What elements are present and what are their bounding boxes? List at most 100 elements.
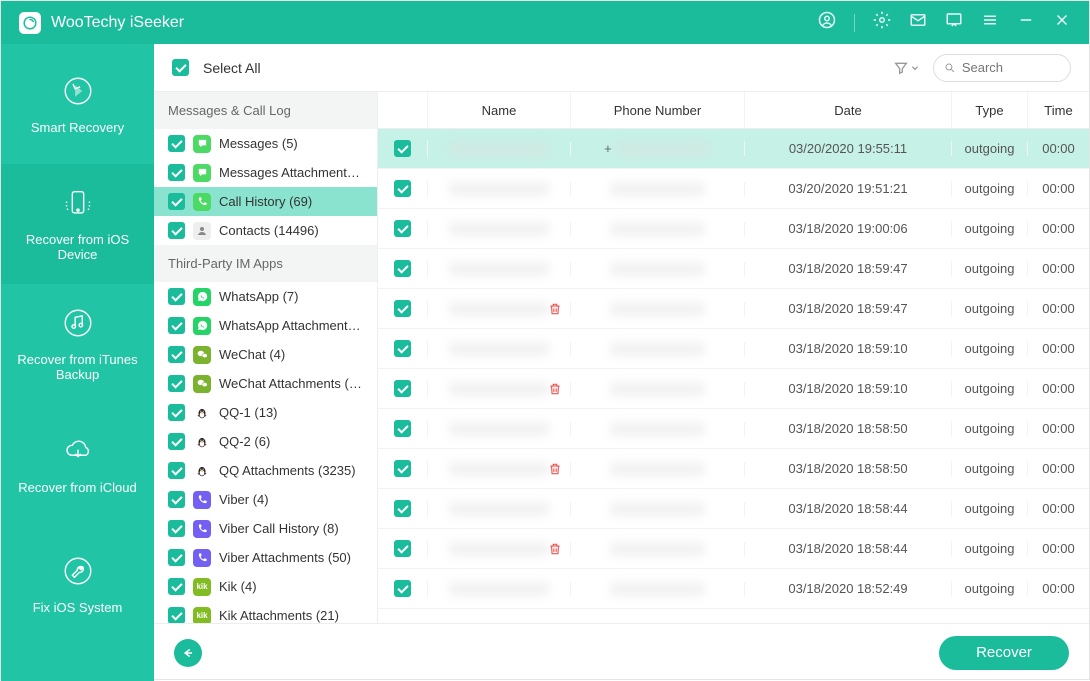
col-name[interactable]: Name xyxy=(428,92,571,128)
phone-icon xyxy=(193,193,211,211)
search-box[interactable] xyxy=(933,54,1071,82)
table-row[interactable]: 03/18/2020 18:59:10outgoing00:00 xyxy=(378,329,1089,369)
category-label: Viber Attachments (50) xyxy=(219,550,351,565)
row-checkbox[interactable] xyxy=(394,540,411,557)
category-checkbox[interactable] xyxy=(168,288,185,305)
category-item[interactable]: WhatsApp Attachments (565) xyxy=(154,311,377,340)
col-type[interactable]: Type xyxy=(952,92,1028,128)
category-checkbox[interactable] xyxy=(168,222,185,239)
category-group-header: Third-Party IM Apps xyxy=(154,245,377,282)
category-checkbox[interactable] xyxy=(168,607,185,623)
row-checkbox[interactable] xyxy=(394,140,411,157)
category-checkbox[interactable] xyxy=(168,433,185,450)
col-date[interactable]: Date xyxy=(745,92,952,128)
table-row[interactable]: 03/18/2020 18:59:47outgoing00:00 xyxy=(378,289,1089,329)
category-checkbox[interactable] xyxy=(168,578,185,595)
trash-icon[interactable] xyxy=(548,542,562,556)
row-checkbox[interactable] xyxy=(394,380,411,397)
category-list[interactable]: Messages & Call Log Messages (5)Messages… xyxy=(154,92,378,623)
category-checkbox[interactable] xyxy=(168,375,185,392)
gear-icon[interactable] xyxy=(873,11,891,34)
mail-icon[interactable] xyxy=(909,11,927,34)
cell-type: outgoing xyxy=(952,381,1028,396)
category-item[interactable]: QQ Attachments (3235) xyxy=(154,456,377,485)
table-row[interactable]: 03/18/2020 18:58:44outgoing00:00 xyxy=(378,489,1089,529)
category-label: Call History (69) xyxy=(219,194,312,209)
viber-icon xyxy=(193,520,211,538)
trash-icon[interactable] xyxy=(548,382,562,396)
row-checkbox[interactable] xyxy=(394,220,411,237)
sidebar-item-recover-itunes[interactable]: Recover from iTunes Backup xyxy=(1,284,154,404)
row-checkbox[interactable] xyxy=(394,300,411,317)
category-item[interactable]: Viber Call History (8) xyxy=(154,514,377,543)
close-icon[interactable] xyxy=(1053,11,1071,34)
cell-name xyxy=(428,422,571,436)
category-item[interactable]: WhatsApp (7) xyxy=(154,282,377,311)
category-checkbox[interactable] xyxy=(168,491,185,508)
col-phone[interactable]: Phone Number xyxy=(571,92,745,128)
back-button[interactable] xyxy=(174,639,202,667)
category-item[interactable]: Messages (5) xyxy=(154,129,377,158)
table-row[interactable]: 03/18/2020 19:00:06outgoing00:00 xyxy=(378,209,1089,249)
category-item[interactable]: QQ-1 (13) xyxy=(154,398,377,427)
category-item[interactable]: Viber Attachments (50) xyxy=(154,543,377,572)
table-row[interactable]: 03/18/2020 18:52:49outgoing00:00 xyxy=(378,569,1089,609)
filter-icon[interactable] xyxy=(893,60,919,76)
table-row[interactable]: 03/18/2020 18:58:44outgoing00:00 xyxy=(378,529,1089,569)
cell-type: outgoing xyxy=(952,181,1028,196)
recover-button[interactable]: Recover xyxy=(939,636,1069,670)
table-row[interactable]: 03/18/2020 18:59:47outgoing00:00 xyxy=(378,249,1089,289)
category-item[interactable]: WeChat Attachments (986) xyxy=(154,369,377,398)
table-row[interactable]: +03/20/2020 19:55:11outgoing00:00 xyxy=(378,129,1089,169)
row-checkbox[interactable] xyxy=(394,180,411,197)
category-item[interactable]: WeChat (4) xyxy=(154,340,377,369)
category-checkbox[interactable] xyxy=(168,317,185,334)
category-checkbox[interactable] xyxy=(168,346,185,363)
category-checkbox[interactable] xyxy=(168,135,185,152)
row-checkbox[interactable] xyxy=(394,580,411,597)
feedback-icon[interactable] xyxy=(945,11,963,34)
row-checkbox[interactable] xyxy=(394,460,411,477)
row-checkbox[interactable] xyxy=(394,420,411,437)
category-checkbox[interactable] xyxy=(168,549,185,566)
search-input[interactable] xyxy=(962,60,1060,75)
grid-body[interactable]: +03/20/2020 19:55:11outgoing00:0003/20/2… xyxy=(378,129,1089,623)
menu-icon[interactable] xyxy=(981,11,999,34)
select-all-checkbox[interactable] xyxy=(172,59,189,76)
category-item[interactable]: kikKik (4) xyxy=(154,572,377,601)
minimize-icon[interactable] xyxy=(1017,11,1035,34)
category-checkbox[interactable] xyxy=(168,193,185,210)
row-checkbox[interactable] xyxy=(394,260,411,277)
cell-time: 00:00 xyxy=(1028,461,1089,476)
trash-icon[interactable] xyxy=(548,462,562,476)
table-row[interactable]: 03/20/2020 19:51:21outgoing00:00 xyxy=(378,169,1089,209)
table-row[interactable]: 03/18/2020 18:59:10outgoing00:00 xyxy=(378,369,1089,409)
category-item[interactable]: Contacts (14496) xyxy=(154,216,377,245)
cell-date: 03/18/2020 18:58:50 xyxy=(745,421,952,436)
category-item[interactable]: kikKik Attachments (21) xyxy=(154,601,377,623)
category-checkbox[interactable] xyxy=(168,520,185,537)
table-row[interactable]: 03/18/2020 18:58:50outgoing00:00 xyxy=(378,449,1089,489)
category-item[interactable]: Viber (4) xyxy=(154,485,377,514)
row-checkbox[interactable] xyxy=(394,340,411,357)
row-checkbox[interactable] xyxy=(394,500,411,517)
sidebar-item-smart-recovery[interactable]: Smart Recovery xyxy=(1,44,154,164)
cell-phone xyxy=(571,542,745,556)
table-row[interactable]: 03/18/2020 18:58:50outgoing00:00 xyxy=(378,409,1089,449)
cell-phone xyxy=(571,422,745,436)
category-checkbox[interactable] xyxy=(168,462,185,479)
category-checkbox[interactable] xyxy=(168,404,185,421)
trash-icon[interactable] xyxy=(548,302,562,316)
account-icon[interactable] xyxy=(818,11,836,34)
category-item[interactable]: QQ-2 (6) xyxy=(154,427,377,456)
category-checkbox[interactable] xyxy=(168,164,185,181)
cell-date: 03/18/2020 18:59:47 xyxy=(745,261,952,276)
sidebar-item-recover-icloud[interactable]: Recover from iCloud xyxy=(1,404,154,524)
sidebar-item-fix-ios[interactable]: Fix iOS System xyxy=(1,524,154,644)
sidebar-item-recover-ios[interactable]: Recover from iOS Device xyxy=(1,164,154,284)
cell-phone xyxy=(571,382,745,396)
cell-phone: + xyxy=(571,141,745,156)
category-item[interactable]: Messages Attachments (25) xyxy=(154,158,377,187)
category-item[interactable]: Call History (69) xyxy=(154,187,377,216)
col-time[interactable]: Time xyxy=(1028,92,1089,128)
